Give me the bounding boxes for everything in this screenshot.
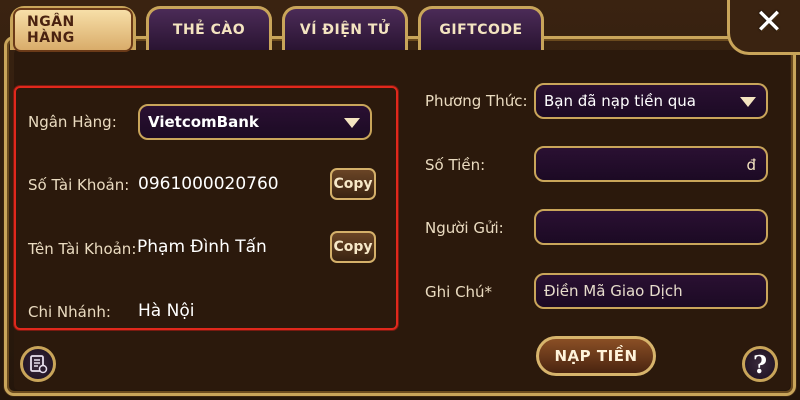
help-button[interactable]: ? bbox=[742, 346, 778, 382]
tab-ngan-hang[interactable]: NGÂN HÀNG bbox=[10, 6, 136, 52]
recharge-dialog: NGÂN HÀNG THẺ CÀO VÍ ĐIỆN TỬ GIFTCODE ✕ … bbox=[0, 0, 800, 400]
tab-label: NGÂN HÀNG bbox=[13, 7, 133, 52]
copy-account-name-button[interactable]: Copy bbox=[330, 231, 376, 263]
copy-label: Copy bbox=[333, 176, 373, 192]
close-button[interactable]: ✕ bbox=[746, 2, 792, 42]
amount-input[interactable]: đ bbox=[534, 146, 768, 182]
copy-account-number-button[interactable]: Copy bbox=[330, 168, 376, 200]
note-input[interactable]: Điền Mã Giao Dịch bbox=[534, 273, 768, 309]
close-icon: ✕ bbox=[754, 2, 784, 42]
note-placeholder: Điền Mã Giao Dịch bbox=[544, 282, 683, 300]
tab-label: VÍ ĐIỆN TỬ bbox=[299, 21, 391, 38]
note-label: Ghi Chú* bbox=[425, 283, 493, 301]
submit-recharge-button[interactable]: NẠP TIỀN bbox=[536, 336, 656, 376]
currency-suffix: đ bbox=[746, 156, 756, 174]
account-number-value: 0961000020760 bbox=[138, 174, 279, 194]
tab-giftcode[interactable]: GIFTCODE bbox=[418, 6, 544, 50]
chevron-down-icon bbox=[344, 118, 360, 128]
account-name-value: Phạm Đình Tấn bbox=[137, 237, 267, 257]
account-name-label: Tên Tài Khoản: bbox=[28, 240, 137, 258]
bank-select-value: VietcomBank bbox=[148, 113, 259, 131]
tab-the-cao[interactable]: THẺ CÀO bbox=[146, 6, 272, 50]
tab-label: THẺ CÀO bbox=[172, 21, 246, 38]
history-button[interactable] bbox=[20, 346, 56, 382]
method-select-value: Bạn đã nạp tiền qua bbox=[544, 92, 696, 110]
branch-label: Chi Nhánh: bbox=[28, 303, 111, 321]
submit-label: NẠP TIỀN bbox=[554, 347, 638, 365]
chevron-down-icon bbox=[740, 97, 756, 107]
bank-select[interactable]: VietcomBank bbox=[138, 104, 372, 140]
copy-label: Copy bbox=[333, 239, 373, 255]
branch-value: Hà Nội bbox=[138, 301, 195, 321]
account-number-label: Số Tài Khoản: bbox=[28, 176, 130, 194]
bank-label: Ngân Hàng: bbox=[28, 113, 117, 131]
amount-label: Số Tiền: bbox=[425, 156, 486, 174]
history-icon bbox=[30, 355, 48, 374]
tab-vi-dien-tu[interactable]: VÍ ĐIỆN TỬ bbox=[282, 6, 408, 50]
sender-label: Người Gửi: bbox=[425, 219, 504, 237]
method-select[interactable]: Bạn đã nạp tiền qua bbox=[534, 83, 768, 119]
tab-label: GIFTCODE bbox=[439, 21, 523, 38]
help-icon: ? bbox=[752, 349, 768, 379]
sender-input[interactable] bbox=[534, 209, 768, 245]
method-label: Phương Thức: bbox=[425, 92, 528, 110]
